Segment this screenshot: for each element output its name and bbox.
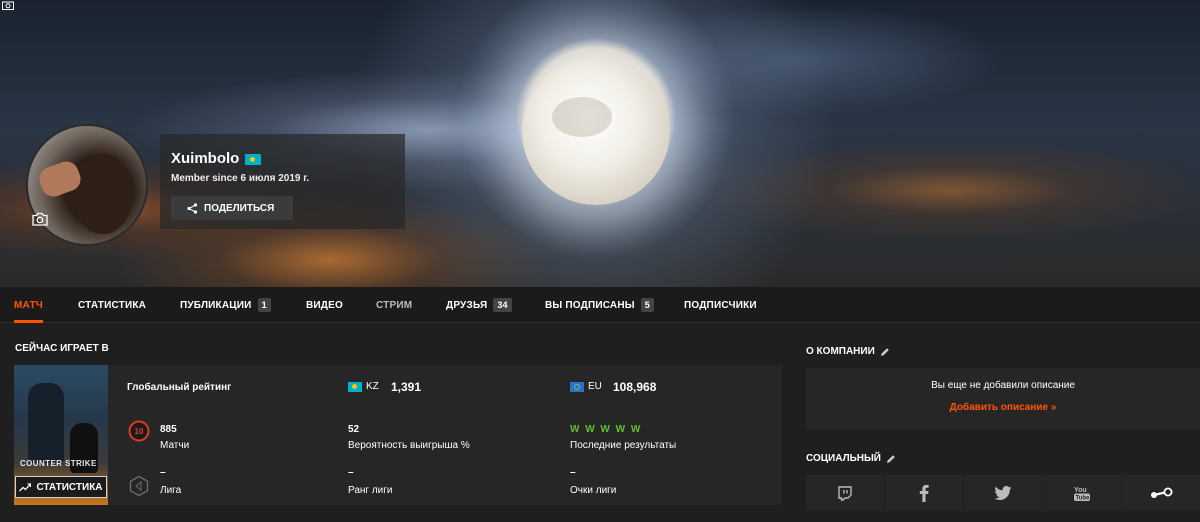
league-label: Лига	[160, 485, 182, 496]
youtube-link[interactable]: You Tube	[1043, 475, 1121, 511]
tab-stats[interactable]: СТАТИСТИКА	[78, 287, 146, 323]
twitch-link[interactable]	[806, 475, 884, 511]
svg-text:You: You	[1074, 487, 1087, 494]
league-value: –	[160, 467, 166, 478]
eu-rank-value: 108,968	[613, 380, 657, 394]
share-button[interactable]: ПОДЕЛИТЬСЯ	[171, 196, 293, 220]
game-panel: COUNTER STRIKE СТАТИСТИКА Глобальный рей…	[14, 365, 782, 505]
eu-flag-icon	[570, 381, 584, 392]
recent-results-label: Последние результаты	[570, 440, 677, 451]
member-since: Member since 6 июля 2019 г.	[171, 173, 310, 184]
league-hexagon-icon	[129, 475, 149, 497]
share-icon	[187, 202, 198, 214]
facebook-link[interactable]	[885, 475, 963, 511]
league-rank-value: –	[348, 467, 354, 478]
avatar[interactable]	[26, 124, 148, 246]
tab-match[interactable]: МАТЧ	[14, 287, 43, 323]
edit-pencil-icon[interactable]	[880, 347, 890, 357]
social-title: СОЦИАЛЬНЫЙ	[806, 453, 896, 464]
tab-following[interactable]: ВЫ ПОДПИСАНЫ 5	[545, 287, 654, 323]
profile-nav-tabs: МАТЧ СТАТИСТИКА ПУБЛИКАЦИИ 1 ВИДЕО СТРИМ …	[0, 287, 1200, 323]
matches-value: 885	[160, 424, 177, 435]
add-description-link[interactable]: Добавить описание »	[806, 402, 1200, 413]
kz-rank-value: 1,391	[391, 380, 422, 394]
twitter-link[interactable]	[964, 475, 1042, 511]
about-empty-text: Вы еще не добавили описание	[931, 380, 1075, 391]
tab-publications[interactable]: ПУБЛИКАЦИИ 1	[180, 287, 271, 323]
winrate-value: 52	[348, 424, 360, 435]
tab-followers[interactable]: ПОДПИСЧИКИ	[684, 287, 757, 323]
game-logo: COUNTER STRIKE	[20, 459, 97, 468]
social-links: You Tube	[806, 475, 1200, 511]
chart-line-icon	[19, 482, 32, 491]
global-rating-label: Глобальный рейтинг	[127, 382, 232, 393]
twitter-icon	[994, 486, 1012, 500]
svg-text:10: 10	[135, 427, 144, 436]
kz-flag-icon	[348, 381, 362, 392]
game-cover-image[interactable]: COUNTER STRIKE СТАТИСТИКА	[14, 365, 108, 505]
youtube-icon: You Tube	[1074, 487, 1091, 502]
about-panel: Вы еще не добавили описание Добавить опи…	[806, 368, 1200, 430]
banner-moon-image	[522, 57, 670, 205]
tab-friends[interactable]: ДРУЗЬЯ 34	[446, 287, 512, 323]
skill-level-10-icon: 10	[128, 420, 150, 442]
recent-results: W W W W W	[570, 424, 642, 435]
tab-video[interactable]: ВИДЕО	[306, 287, 343, 323]
kz-region-tag: KZ	[348, 381, 379, 392]
twitch-icon	[838, 485, 852, 501]
league-points-label: Очки лиги	[570, 485, 617, 496]
steam-icon	[1151, 487, 1173, 498]
edit-pencil-icon[interactable]	[886, 454, 896, 464]
now-playing-title: СЕЙЧАС ИГРАЕТ В	[15, 343, 109, 354]
profile-info-panel: Xuimbolo Member since 6 июля 2019 г. ПОД…	[160, 134, 405, 229]
league-rank-label: Ранг лиги	[348, 485, 393, 496]
kz-flag-icon	[245, 153, 262, 165]
league-points-value: –	[570, 467, 576, 478]
banner-camera-icon[interactable]	[2, 0, 14, 13]
matches-label: Матчи	[160, 440, 190, 451]
following-count-badge: 5	[640, 298, 654, 312]
username: Xuimbolo	[171, 150, 262, 167]
steam-link[interactable]	[1122, 475, 1200, 511]
publications-count-badge: 1	[257, 298, 271, 312]
eu-region-tag: EU	[570, 381, 602, 392]
about-title: О КОМПАНИИ	[806, 346, 890, 357]
winrate-label: Вероятность выигрыша %	[348, 440, 470, 451]
tab-stream[interactable]: СТРИМ	[376, 287, 412, 323]
facebook-icon	[919, 484, 929, 502]
avatar-camera-icon[interactable]	[32, 212, 48, 226]
game-stats-button[interactable]: СТАТИСТИКА	[15, 476, 107, 498]
svg-text:Tube: Tube	[1076, 496, 1091, 502]
friends-count-badge: 34	[493, 298, 512, 312]
